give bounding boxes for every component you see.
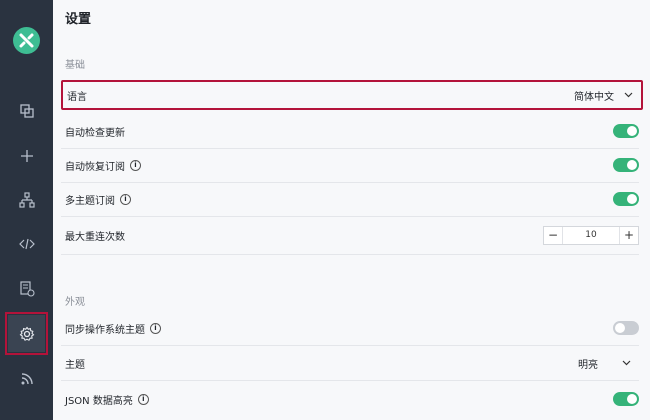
info-icon[interactable]: i: [120, 193, 131, 205]
max-reconnect-label: 最大重连次数: [65, 232, 125, 243]
log-icon[interactable]: [8, 270, 45, 307]
max-reconnect-stepper[interactable]: − 10 +: [543, 226, 639, 245]
auto-check-update-toggle[interactable]: [613, 124, 639, 138]
decrement-button[interactable]: −: [544, 227, 562, 244]
multi-topic-sub-row: 多主题订阅 i: [61, 182, 639, 217]
section-basic-heading: 基础: [65, 60, 85, 71]
max-reconnect-input[interactable]: 10: [562, 227, 620, 244]
json-highlight-toggle[interactable]: [613, 392, 639, 406]
auto-check-update-label: 自动检查更新: [65, 127, 125, 139]
auto-check-update-row: 自动检查更新: [61, 114, 639, 149]
theme-select[interactable]: 明亮: [578, 356, 631, 371]
json-highlight-row: JSON 数据高亮 i: [61, 382, 639, 416]
chevron-down-icon: [624, 92, 633, 98]
sidebar: [0, 0, 53, 420]
sync-os-theme-toggle[interactable]: [613, 321, 639, 335]
code-icon[interactable]: [8, 225, 45, 262]
add-icon[interactable]: [8, 137, 45, 174]
multi-topic-sub-label: 多主题订阅: [65, 195, 115, 207]
sync-os-theme-row: 同步操作系统主题 i: [61, 311, 639, 346]
max-reconnect-row: 最大重连次数 − 10 +: [61, 217, 639, 255]
section-appearance-heading: 外观: [65, 297, 85, 308]
settings-icon[interactable]: [5, 312, 48, 355]
language-label: 语言: [67, 91, 87, 103]
topology-icon[interactable]: [8, 181, 45, 218]
json-highlight-label: JSON 数据高亮: [65, 395, 133, 407]
info-icon[interactable]: i: [130, 159, 141, 171]
feed-icon[interactable]: [8, 360, 45, 397]
page-title: 设置: [65, 12, 92, 27]
auto-restore-sub-row: 自动恢复订阅 i: [61, 148, 639, 183]
increment-button[interactable]: +: [620, 227, 638, 244]
info-icon[interactable]: i: [150, 322, 161, 334]
theme-row: 主题 明亮: [61, 346, 639, 381]
language-select[interactable]: 简体中文: [574, 88, 633, 103]
theme-value: 明亮: [578, 359, 598, 371]
settings-panel: 设置 基础 语言 简体中文 自动检查更新 自动恢复订阅 i 多主题订阅 i 最大重连…: [53, 0, 650, 420]
multi-topic-sub-toggle[interactable]: [613, 192, 639, 206]
chevron-down-icon: [622, 360, 631, 366]
theme-label: 主题: [65, 359, 85, 371]
sync-os-theme-label: 同步操作系统主题: [65, 324, 145, 336]
auto-restore-sub-toggle[interactable]: [613, 158, 639, 172]
connections-icon[interactable]: [8, 92, 45, 129]
app-logo: [13, 27, 40, 54]
language-row[interactable]: 语言 简体中文: [61, 80, 643, 110]
info-icon[interactable]: i: [137, 393, 149, 405]
auto-restore-sub-label: 自动恢复订阅: [65, 161, 125, 173]
language-value: 简体中文: [574, 91, 614, 103]
